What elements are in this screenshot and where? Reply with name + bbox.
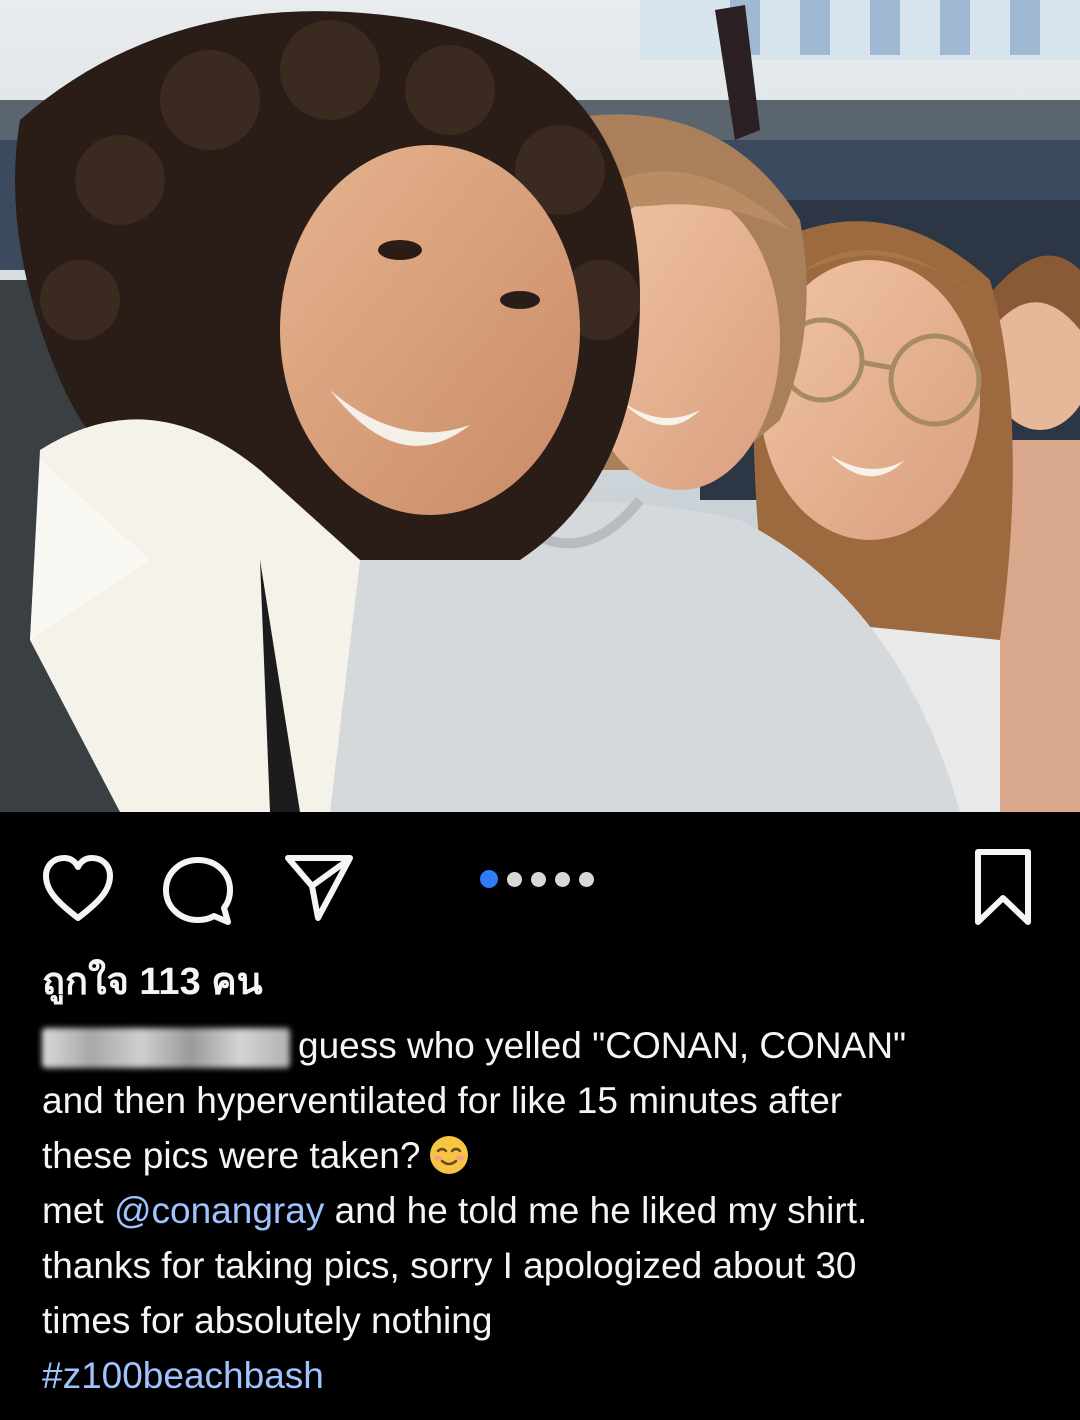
post-action-bar <box>0 812 1080 952</box>
caption-line: thanks for taking pics, sorry I apologiz… <box>42 1245 857 1286</box>
caption-line: times for absolutely nothing <box>42 1300 493 1341</box>
caption-text: met <box>42 1190 114 1231</box>
username-redacted[interactable] <box>42 1028 290 1069</box>
caption-line: met @conangray and he told me he liked m… <box>42 1183 1042 1238</box>
caption-text: these pics were taken? <box>42 1135 421 1176</box>
caption-text: and he told me he liked my shirt. <box>324 1190 868 1231</box>
carousel-dot-active <box>480 870 498 888</box>
bookmark-outline-icon[interactable] <box>968 846 1038 930</box>
carousel-dot <box>579 871 594 887</box>
hashtag-link[interactable]: #z100beachbash <box>42 1355 324 1396</box>
caption-line: #z100beachbash <box>42 1348 1042 1403</box>
post-photo[interactable] <box>0 0 1080 812</box>
mention-link[interactable]: @conangray <box>114 1190 324 1231</box>
heart-outline-icon[interactable] <box>40 852 116 928</box>
caption-line: guess who yelled "CONAN, CONAN" <box>42 1018 1042 1073</box>
caption-line: and then hyperventilated for like 15 min… <box>42 1080 843 1121</box>
carousel-indicator <box>480 870 594 888</box>
carousel-dot <box>531 871 546 887</box>
paper-plane-icon[interactable] <box>282 850 356 924</box>
relieved-face-emoji-icon <box>428 1134 470 1176</box>
comment-bubble-icon[interactable] <box>158 852 238 932</box>
caption-line: these pics were taken? <box>42 1128 1042 1183</box>
carousel-dot <box>555 871 570 887</box>
caption-text: guess who yelled "CONAN, CONAN" <box>298 1025 907 1066</box>
likes-count[interactable]: ถูกใจ 113 คน <box>42 952 263 1012</box>
selfie-photo-illustration <box>0 0 1080 812</box>
carousel-dot <box>507 871 522 887</box>
post-caption: guess who yelled "CONAN, CONAN" and then… <box>42 1018 1042 1403</box>
